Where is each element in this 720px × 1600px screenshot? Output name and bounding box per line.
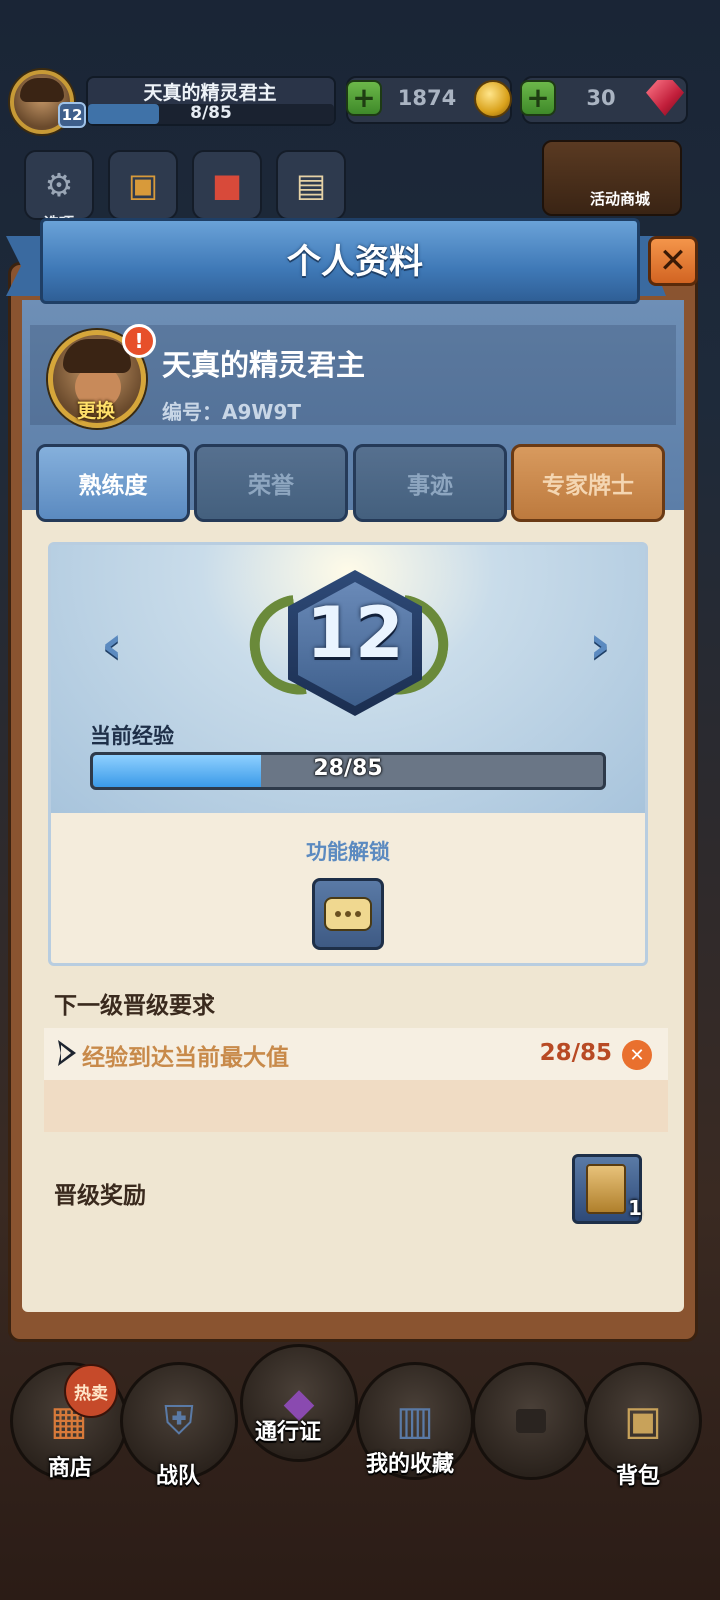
x-circle-icon: ✕ [622,1040,652,1070]
panel-title: 个人资料 [287,242,423,282]
tab-proficiency[interactable]: 熟练度 [36,444,190,522]
chat-bubble-icon [324,897,372,931]
tab-deeds[interactable]: 事迹 [353,444,507,522]
prev-level-button[interactable]: ‹ [92,615,132,675]
gift-icon: ■ [211,166,243,204]
hud-level-badge: 12 [58,102,86,128]
reward-count: 1 [628,1196,642,1220]
lock-icon [516,1409,546,1433]
requirement-text: 经验到达当前最大值 [82,1045,289,1071]
nav-pass-label: 通行证 [254,1420,321,1445]
nav-team-label: 战队 [155,1464,200,1489]
coin-icon [474,80,512,118]
banner-icon: ⛨ [164,1398,194,1444]
quest-button[interactable]: ▤ [276,150,346,220]
alert-badge: ! [122,324,156,358]
avatar-hair [63,339,131,373]
reward-label: 晋级奖励 [54,1183,146,1209]
close-icon: ✕ [658,241,688,281]
options-button[interactable]: ⚙ [24,150,94,220]
add-gems-button[interactable]: + [520,80,556,116]
requirement-value: 28/85 [539,1040,612,1066]
tv-button[interactable]: ▣ [108,150,178,220]
gem-amount: 30 [586,86,616,110]
nav-backpack-label: 背包 [615,1464,660,1489]
gold-amount: 1874 [397,86,457,110]
next-level-button[interactable]: › [580,615,620,675]
tab-expert[interactable]: 专家牌士 [511,444,665,522]
avatar-hair [20,78,64,102]
exp-text: 28/85 [313,756,383,781]
requirements-title: 下一级晋级要求 [54,993,215,1019]
tv-icon: ▣ [127,166,159,204]
close-button[interactable]: ✕ [648,236,698,286]
feature-unlock-label: 功能解锁 [306,840,390,864]
gift-button[interactable]: ■ [192,150,262,220]
add-gold-button[interactable]: + [346,80,382,116]
event-shop-label: 活动商城 [589,190,650,208]
book-icon: ▥ [396,1398,434,1444]
hud-xp-text: 8/85 [190,103,232,123]
current-exp-label: 当前经验 [90,724,174,748]
requirement-row-empty [44,1080,668,1132]
gear-icon: ⚙ [44,166,74,204]
nav-collection-label: 我的收藏 [365,1452,454,1477]
chat-feature-icon[interactable] [312,878,384,950]
backpack-icon: ▣ [624,1398,662,1444]
hot-sale-badge: 热卖 [64,1364,118,1418]
change-avatar-label[interactable]: 更换 [56,396,136,423]
profile-name: 天真的精灵君主 [162,348,366,382]
scroll-icon: ▤ [295,166,327,204]
hud-player-name: 天真的精灵君主 [143,82,277,104]
level-number: 12 [306,592,404,674]
profile-id: 编号：A9W9T [162,400,302,424]
tab-honor[interactable]: 荣誉 [194,444,348,522]
